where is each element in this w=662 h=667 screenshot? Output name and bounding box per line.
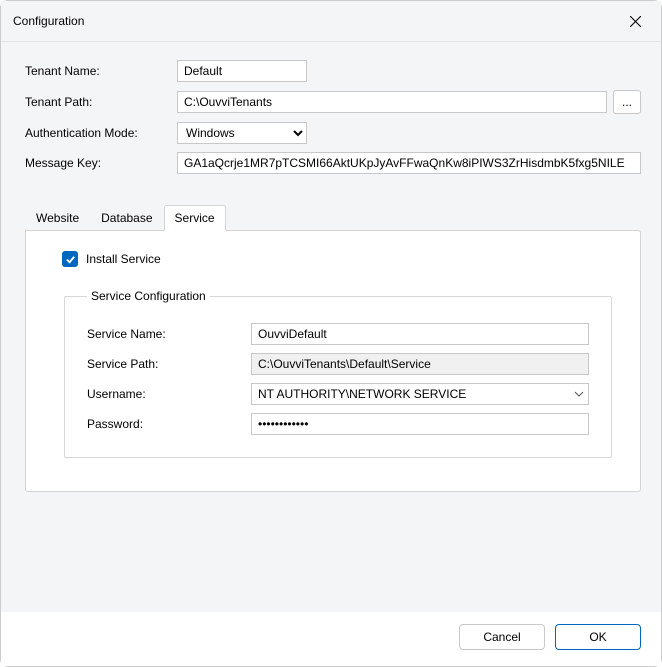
- tenant-name-label: Tenant Name:: [25, 64, 177, 78]
- message-key-label: Message Key:: [25, 156, 177, 170]
- auth-mode-select[interactable]: Windows: [177, 122, 307, 144]
- password-input[interactable]: [251, 413, 589, 435]
- browse-path-button[interactable]: ...: [613, 90, 641, 114]
- username-combobox[interactable]: [251, 383, 589, 405]
- service-name-input[interactable]: [251, 323, 589, 345]
- cancel-button[interactable]: Cancel: [459, 624, 545, 650]
- tab-database[interactable]: Database: [90, 205, 163, 231]
- tab-website[interactable]: Website: [25, 205, 90, 231]
- install-service-checkbox[interactable]: [62, 251, 78, 267]
- username-dropdown-button[interactable]: [570, 384, 588, 404]
- ellipsis-icon: ...: [622, 95, 632, 109]
- service-config-legend: Service Configuration: [87, 289, 210, 303]
- ok-button[interactable]: OK: [555, 624, 641, 650]
- service-name-label: Service Name:: [87, 327, 251, 341]
- install-service-label: Install Service: [86, 252, 161, 266]
- close-icon: [630, 16, 641, 27]
- username-label: Username:: [87, 387, 251, 401]
- tab-service[interactable]: Service: [164, 205, 226, 231]
- tenant-name-input[interactable]: [177, 60, 307, 82]
- window-title: Configuration: [13, 14, 84, 28]
- tenant-path-input[interactable]: [177, 91, 607, 113]
- password-label: Password:: [87, 417, 251, 431]
- message-key-input[interactable]: [177, 152, 641, 174]
- chevron-down-icon: [574, 389, 584, 399]
- ok-button-label: OK: [589, 630, 606, 644]
- service-config-group: Service Configuration Service Name: Serv…: [64, 289, 612, 458]
- service-path-input: [251, 353, 589, 375]
- tenant-path-label: Tenant Path:: [25, 95, 177, 109]
- tab-strip: Website Database Service: [25, 204, 641, 230]
- service-path-label: Service Path:: [87, 357, 251, 371]
- check-icon: [65, 254, 76, 265]
- auth-mode-label: Authentication Mode:: [25, 126, 177, 140]
- service-tab-panel: Install Service Service Configuration Se…: [25, 230, 641, 492]
- close-button[interactable]: [623, 9, 647, 33]
- cancel-button-label: Cancel: [483, 630, 520, 644]
